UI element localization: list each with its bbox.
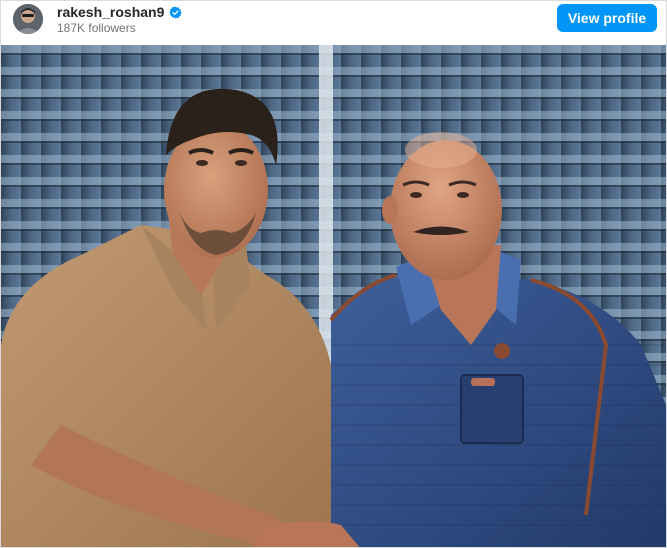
username-row: rakesh_roshan9 [57, 4, 183, 20]
followers-count: 187K followers [57, 21, 136, 35]
instagram-embed: rakesh_roshan9 187K followers View profi… [0, 0, 667, 548]
username[interactable]: rakesh_roshan9 [57, 4, 164, 20]
view-profile-button[interactable]: View profile [557, 4, 657, 32]
profile-avatar[interactable] [13, 4, 43, 34]
verified-badge-icon [169, 5, 183, 19]
post-photo[interactable] [1, 45, 666, 547]
post-header: rakesh_roshan9 187K followers View profi… [1, 1, 666, 45]
